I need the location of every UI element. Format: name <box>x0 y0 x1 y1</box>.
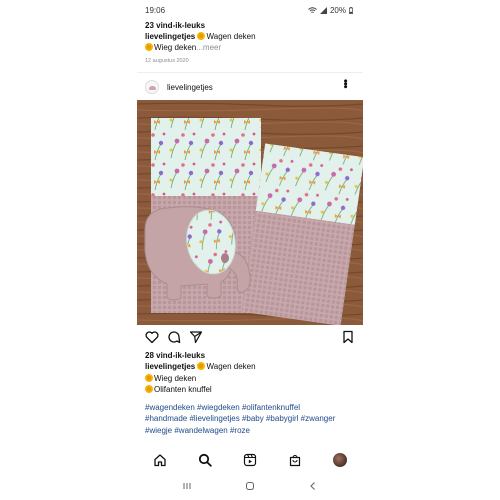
wifi-icon <box>308 7 317 13</box>
bookmark-icon[interactable] <box>341 330 355 344</box>
sun-emoji-icon <box>197 32 206 40</box>
hashtags: #wagendeken #wiegdeken #olifantenknuffel… <box>145 402 357 436</box>
post-image[interactable] <box>137 100 363 325</box>
sun-emoji-icon <box>197 362 206 371</box>
post-photo-svg <box>137 100 363 325</box>
more-vertical-icon[interactable]: ••• <box>339 79 351 88</box>
signal-icon <box>319 7 327 14</box>
caption-username[interactable]: lievelingetjes <box>145 362 195 371</box>
post-actions <box>145 330 355 346</box>
previous-caption-line-2: Wieg deken...meer <box>145 42 355 53</box>
hashtag-line[interactable]: #wagendeken #wiegdeken #olifantenknuffel <box>145 402 357 413</box>
reels-icon[interactable] <box>243 453 257 467</box>
battery-percent: 20% <box>329 6 346 15</box>
likes-count[interactable]: 28 vind-ik-leuks <box>145 350 357 361</box>
share-icon[interactable] <box>189 330 203 344</box>
caption-text-1: Wagen deken <box>206 362 256 372</box>
caption-text-3: Olifanten knuffel <box>154 384 212 394</box>
back-icon[interactable] <box>307 480 319 492</box>
caption-line-1: lievelingetjes Wagen deken <box>145 361 357 372</box>
caption-line-2: Wieg deken <box>145 373 357 384</box>
status-time: 19:06 <box>145 6 166 15</box>
sun-emoji-icon <box>145 384 153 393</box>
caption-text-2: Wieg deken <box>154 373 197 383</box>
post-avatar[interactable] <box>145 80 159 94</box>
previous-caption-text-1: Wagen deken <box>206 32 256 41</box>
previous-username[interactable]: lievelingetjes <box>145 32 195 41</box>
hashtag-line[interactable]: #handmade #lievelingetjes #baby #babygir… <box>145 413 357 424</box>
more-link[interactable]: ...meer <box>196 43 221 52</box>
comment-icon[interactable] <box>167 330 181 344</box>
profile-avatar[interactable] <box>333 453 347 467</box>
previous-post-date: 12 augustus 2020 <box>145 58 189 64</box>
hashtag-line[interactable]: #wiegje #wandelwagen #roze <box>145 425 357 436</box>
post-username[interactable]: lievelingetjes <box>167 83 213 92</box>
heart-icon[interactable] <box>145 330 159 344</box>
previous-likes-count[interactable]: 23 vind-ik-leuks <box>145 20 355 31</box>
instagram-feed-screen: 19:06 20% 23 vind-ik-leuks lievelingetje… <box>137 0 363 500</box>
system-navigation-bar <box>137 478 363 494</box>
search-icon[interactable] <box>198 453 212 467</box>
previous-caption-text-2: Wieg deken <box>154 43 197 52</box>
sun-emoji-icon <box>145 373 153 382</box>
home-circle-icon[interactable] <box>244 480 256 492</box>
bottom-navigation <box>137 452 363 470</box>
recents-icon[interactable] <box>181 480 193 492</box>
sun-emoji-icon <box>145 43 153 51</box>
post-header: lievelingetjes ••• <box>145 78 355 96</box>
post-caption: 28 vind-ik-leuks lievelingetjes Wagen de… <box>145 350 357 436</box>
previous-post-caption: 23 vind-ik-leuks lievelingetjes Wagen de… <box>145 20 355 67</box>
shop-icon[interactable] <box>288 453 302 467</box>
post-divider <box>137 72 363 73</box>
status-bar: 19:06 20% <box>145 6 353 18</box>
status-icons: 20% <box>308 6 353 15</box>
battery-icon <box>349 7 353 14</box>
previous-caption-line-1: lievelingetjes Wagen deken <box>145 31 355 42</box>
home-icon[interactable] <box>153 453 167 467</box>
caption-line-3: Olifanten knuffel <box>145 384 357 395</box>
